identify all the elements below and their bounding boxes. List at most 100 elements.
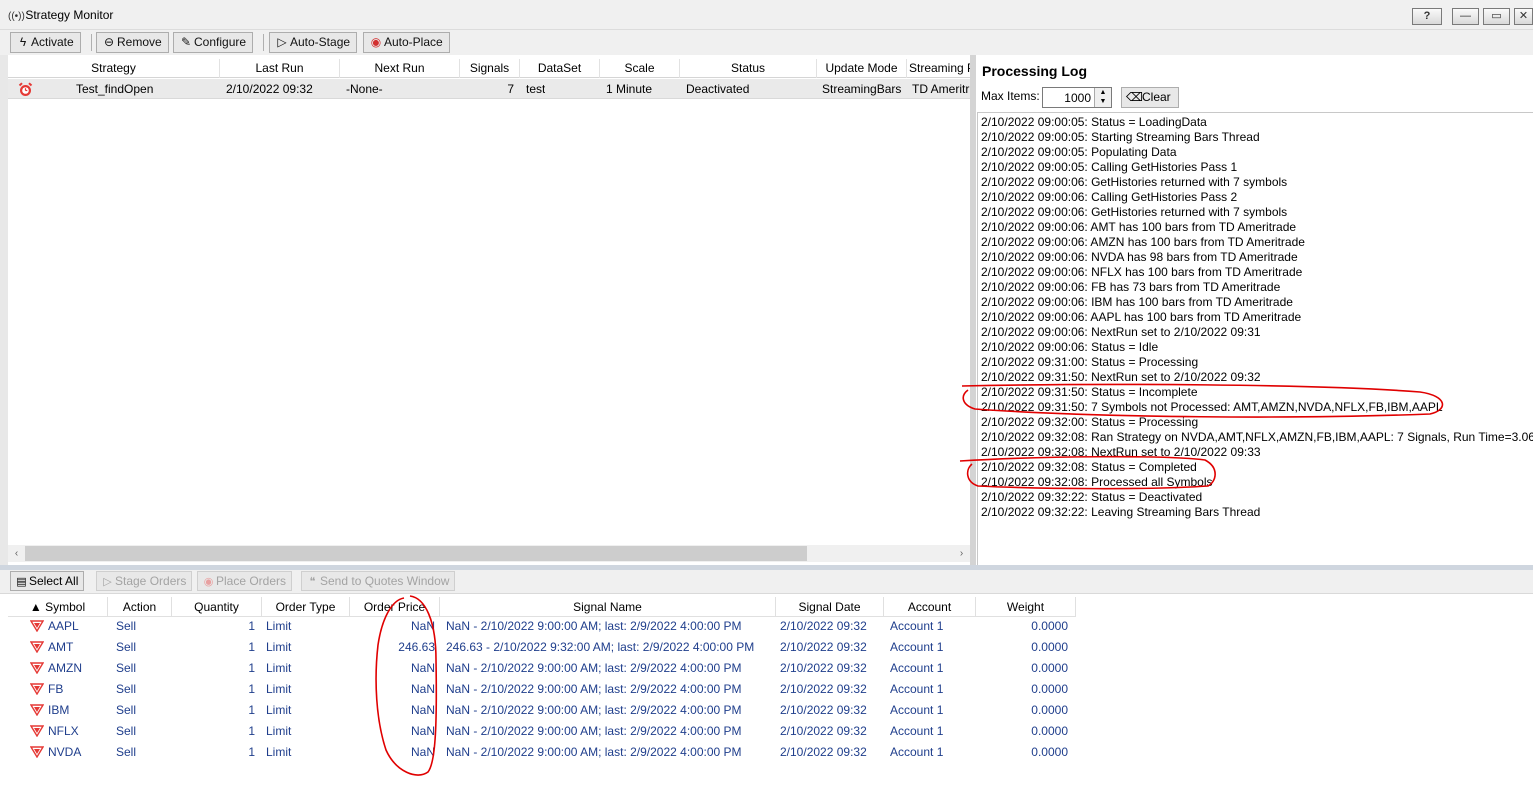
spinner-up-icon[interactable]: ▲ <box>1095 88 1111 97</box>
cell-order-type: Limit <box>266 682 292 696</box>
column-header-scale[interactable]: Scale <box>600 59 680 78</box>
activate-button[interactable]: ϟ Activate <box>10 32 81 53</box>
strategy-row[interactable]: Test_findOpen 2/10/2022 09:32 -None- 7 t… <box>8 79 970 99</box>
configure-button[interactable]: ✎ Configure <box>173 32 254 53</box>
column-header-last-run[interactable]: Last Run <box>220 59 340 78</box>
column-header-status[interactable]: Status <box>680 59 817 78</box>
auto-place-button[interactable]: ◉ Auto-Place <box>363 32 450 53</box>
cell-action: Sell <box>116 682 137 696</box>
column-header-dataset[interactable]: DataSet <box>520 59 600 78</box>
scroll-right-icon[interactable]: › <box>953 545 970 562</box>
log-line: 2/10/2022 09:32:08: Ran Strategy on NVDA… <box>981 430 1533 444</box>
sell-arrow-icon <box>30 704 44 716</box>
window-title: ((•)) Strategy Monitor <box>8 8 113 22</box>
select-all-icon: ▤ <box>16 576 27 588</box>
cell-status: Deactivated <box>686 82 750 96</box>
column-header-strategy[interactable]: Strategy <box>8 59 220 78</box>
cell-signal-name: NaN - 2/10/2022 9:00:00 AM; last: 2/9/20… <box>446 619 742 633</box>
cell-signal-name: NaN - 2/10/2022 9:00:00 AM; last: 2/9/20… <box>446 682 742 696</box>
cell-order-type: Limit <box>266 724 292 738</box>
column-header-symbol-label: Symbol <box>45 600 86 614</box>
column-header-signal-date[interactable]: Signal Date <box>776 597 884 617</box>
cell-signal-date: 2/10/2022 09:32 <box>780 640 867 654</box>
sell-arrow-icon <box>30 725 44 737</box>
remove-button[interactable]: ⊖ Remove <box>96 32 169 53</box>
cell-account: Account 1 <box>890 745 944 759</box>
max-items-label: Max Items: <box>981 89 1040 103</box>
cell-order-price: NaN <box>410 661 435 675</box>
scroll-left-icon[interactable]: ‹ <box>8 545 25 562</box>
place-orders-button[interactable]: ◉ Place Orders <box>197 571 293 591</box>
cell-next-run: -None- <box>346 82 383 96</box>
minimize-button[interactable]: — <box>1452 8 1479 25</box>
sort-ascending-icon: ▲ <box>29 600 42 614</box>
column-header-account[interactable]: Account <box>884 597 976 617</box>
maximize-button[interactable]: ▭ <box>1483 8 1510 25</box>
auto-place-label: Auto-Place <box>384 35 443 49</box>
close-button[interactable]: ✕ <box>1514 8 1533 25</box>
log-line: 2/10/2022 09:31:50: 7 Symbols not Proces… <box>981 400 1443 414</box>
column-header-weight[interactable]: Weight <box>976 597 1076 617</box>
clear-button[interactable]: ⌫Clear <box>1121 87 1179 108</box>
stage-orders-button[interactable]: ▷ Stage Orders <box>96 571 193 591</box>
select-all-label: Select All <box>29 574 79 588</box>
column-header-quantity[interactable]: Quantity <box>172 597 262 617</box>
cell-action: Sell <box>116 661 137 675</box>
cell-account: Account 1 <box>890 724 944 738</box>
log-title: Processing Log <box>982 63 1088 79</box>
cell-account: Account 1 <box>890 640 944 654</box>
window-title-text: Strategy Monitor <box>25 8 114 22</box>
main-toolbar: ϟ Activate ⊖ Remove ✎ Configure ▷ Auto-Stage… <box>0 30 1533 55</box>
cell-weight: 0.0000 <box>1031 619 1068 633</box>
log-line: 2/10/2022 09:32:00: Status = Processing <box>981 415 1199 429</box>
log-line: 2/10/2022 09:00:05: Status = LoadingData <box>981 115 1207 129</box>
column-header-signal-name[interactable]: Signal Name <box>440 597 776 617</box>
log-line: 2/10/2022 09:00:06: FB has 73 bars from … <box>981 280 1281 294</box>
cell-weight: 0.0000 <box>1031 640 1068 654</box>
cell-quantity: 1 <box>248 640 255 654</box>
cell-weight: 0.0000 <box>1031 724 1068 738</box>
orders-toolbar: ▤ Select All ▷ Stage Orders ◉ Place Orders … <box>0 570 1533 594</box>
column-header-update-mode[interactable]: Update Mode <box>817 59 907 78</box>
cell-quantity: 1 <box>248 682 255 696</box>
cell-streaming: TD Ameritr <box>912 82 970 96</box>
log-line: 2/10/2022 09:32:22: Leaving Streaming Ba… <box>981 505 1261 519</box>
auto-stage-button[interactable]: ▷ Auto-Stage <box>269 32 358 53</box>
cell-update-mode: StreamingBars <box>822 82 902 96</box>
horizontal-scrollbar[interactable]: ‹ › <box>8 545 970 562</box>
scrollbar-thumb[interactable] <box>25 546 807 561</box>
column-header-next-run[interactable]: Next Run <box>340 59 460 78</box>
column-header-action[interactable]: Action <box>108 597 172 617</box>
broadcast-icon: ((•)) <box>8 11 25 22</box>
sell-arrow-icon <box>30 641 44 653</box>
quote-icon: ❝ <box>309 576 316 588</box>
sell-arrow-icon <box>30 683 44 695</box>
cell-account: Account 1 <box>890 619 944 633</box>
log-line: 2/10/2022 09:32:22: Status = Deactivated <box>981 490 1203 504</box>
log-line: 2/10/2022 09:32:08: NextRun set to 2/10/… <box>981 445 1261 459</box>
log-line: 2/10/2022 09:31:50: NextRun set to 2/10/… <box>981 370 1261 384</box>
cell-order-price: 246.63 <box>398 640 435 654</box>
column-header-streaming[interactable]: Streaming P <box>907 59 970 78</box>
select-all-button[interactable]: ▤ Select All <box>10 571 85 591</box>
column-header-order-type[interactable]: Order Type <box>262 597 350 617</box>
max-items-spinner[interactable]: 1000 ▲ ▼ <box>1042 87 1112 108</box>
log-line: 2/10/2022 09:00:06: IBM has 100 bars fro… <box>981 295 1293 309</box>
grid-left-strip <box>0 55 8 565</box>
column-header-signals[interactable]: Signals <box>460 59 520 78</box>
column-header-symbol[interactable]: ▲ Symbol <box>8 597 108 617</box>
toolbar-separator <box>263 34 264 51</box>
send-to-quotes-button[interactable]: ❝ Send to Quotes Window <box>301 571 456 591</box>
log-line: 2/10/2022 09:00:06: GetHistories returne… <box>981 175 1288 189</box>
cell-order-price: NaN <box>410 724 435 738</box>
stage-orders-label: Stage Orders <box>115 574 187 588</box>
log-line: 2/10/2022 09:00:05: Populating Data <box>981 145 1177 159</box>
cell-last-run: 2/10/2022 09:32 <box>226 82 313 96</box>
spinner-down-icon[interactable]: ▼ <box>1095 97 1111 106</box>
help-button[interactable]: ? <box>1412 8 1442 25</box>
cell-weight: 0.0000 <box>1031 703 1068 717</box>
spinner-arrows[interactable]: ▲ ▼ <box>1094 88 1111 107</box>
column-header-order-price[interactable]: Order Price <box>350 597 440 617</box>
log-list[interactable]: 2/10/2022 09:00:05: Status = LoadingData… <box>977 112 1533 565</box>
max-items-value[interactable]: 1000 <box>1064 91 1091 105</box>
